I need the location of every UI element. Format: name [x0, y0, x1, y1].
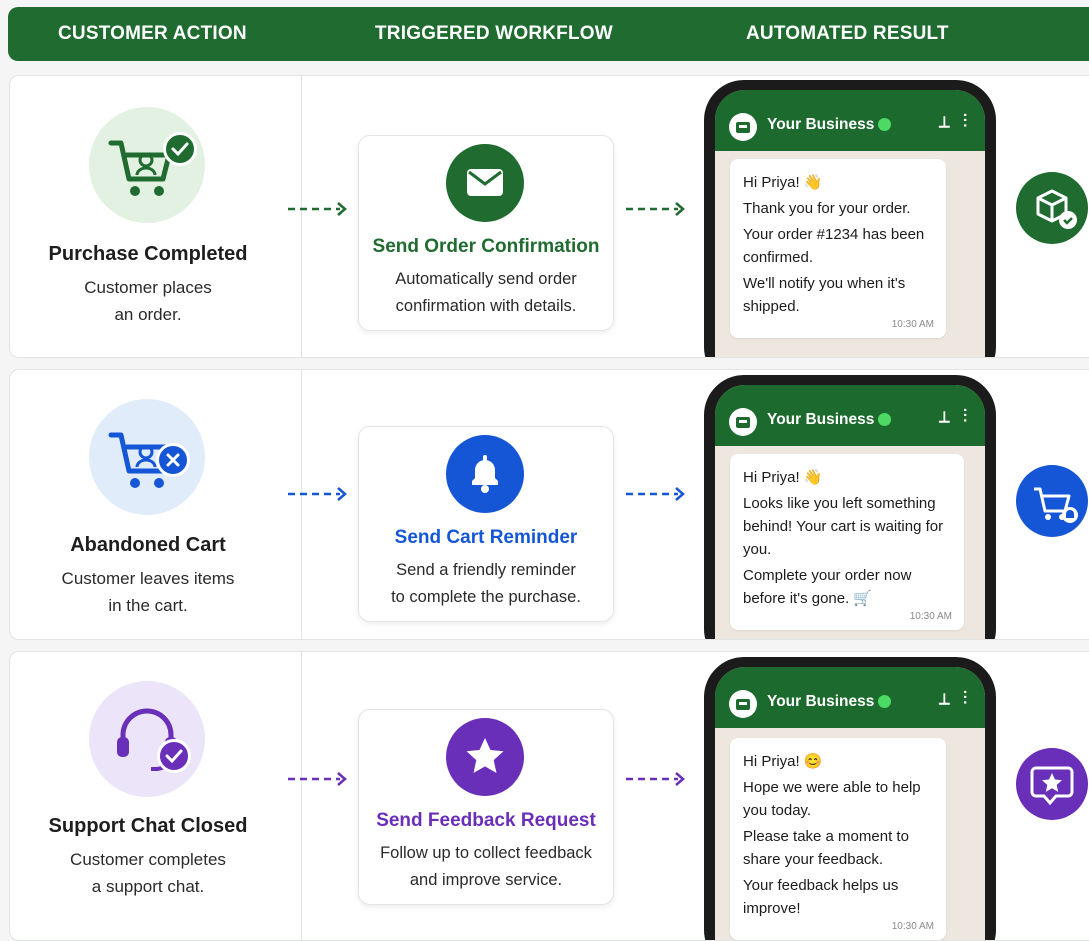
column-divider [301, 370, 302, 639]
workflow-row-purchase: Purchase Completed Customer places an or… [9, 75, 1089, 358]
header-bar: CUSTOMER ACTION TRIGGERED WORKFLOW AUTOM… [8, 7, 1089, 61]
chat-bubble: Hi Priya! 😊 Hope we were able to help yo… [730, 738, 946, 940]
business-name: Your Business [767, 693, 875, 710]
message-line: Thank you for your order. [743, 200, 911, 217]
workflow-row-support: Support Chat Closed Customer completes a… [9, 651, 1089, 941]
x-badge-icon [156, 443, 190, 477]
header-triggered-workflow: TRIGGERED WORKFLOW [375, 23, 613, 44]
chat-header: Your Business ⟂ ⋮ [715, 385, 985, 446]
arrow-right-icon [288, 202, 347, 216]
business-name: Your Business [767, 411, 875, 428]
workflow-title: Send Order Confirmation [372, 236, 600, 257]
verified-icon [878, 695, 891, 708]
chat-menu-icons[interactable]: ⟂ ⋮ [939, 114, 967, 132]
business-avatar-icon [729, 408, 757, 436]
chat-screen: Your Business ⟂ ⋮ Hi Priya! 👋 Looks like… [715, 385, 985, 639]
arrow-right-icon [288, 772, 347, 786]
message-time: 10:30 AM [891, 319, 934, 330]
phone-mockup: Your Business ⟂ ⋮ Hi Priya! 😊 Hope we we… [704, 657, 996, 940]
message-line: Hi Priya! 👋 [743, 469, 823, 486]
message-line: Hope we were able to help you today. [743, 779, 921, 819]
arrow-right-icon [626, 487, 685, 501]
workflow-desc-line1: Send a friendly reminder [396, 561, 576, 579]
workflow-desc-line1: Follow up to collect feedback [380, 844, 592, 862]
verified-icon [878, 118, 891, 131]
cart-bell-icon [1016, 465, 1088, 537]
business-avatar-icon [729, 690, 757, 718]
star-chat-icon [1016, 748, 1088, 820]
action-desc-line2: a support chat. [91, 877, 205, 896]
workflow-card[interactable]: Send Order Confirmation Automatically se… [358, 135, 614, 331]
workflow-title: Send Cart Reminder [394, 527, 578, 548]
phone-mockup: Your Business ⟂ ⋮ Hi Priya! 👋 Looks like… [704, 375, 996, 639]
message-time: 10:30 AM [909, 611, 952, 622]
action-desc-line1: Customer completes [70, 850, 226, 869]
business-avatar-icon [729, 113, 757, 141]
message-line: Your feedback helps us improve! [743, 877, 899, 917]
verified-icon [878, 413, 891, 426]
message-line: Hi Priya! 👋 [743, 174, 823, 191]
phone-mockup: Your Business ⟂ ⋮ Hi Priya! 👋 Thank you … [704, 80, 996, 357]
business-name: Your Business [767, 116, 875, 133]
message-line: Your order #1234 has been confirmed. [743, 226, 925, 266]
chat-screen: Your Business ⟂ ⋮ Hi Priya! 👋 Thank you … [715, 90, 985, 357]
message-line: Complete your order now before it's gone… [743, 567, 912, 607]
check-badge-icon [163, 132, 197, 166]
workflow-desc-line2: confirmation with details. [395, 297, 577, 315]
workflow-card[interactable]: Send Feedback Request Follow up to colle… [358, 709, 614, 905]
action-title: Purchase Completed [48, 243, 248, 265]
workflow-desc-line1: Automatically send order [395, 270, 577, 288]
action-desc-line2: in the cart. [108, 596, 188, 615]
bell-icon [446, 435, 524, 513]
message-line: Looks like you left something behind! Yo… [743, 495, 944, 558]
action-title: Abandoned Cart [70, 534, 226, 556]
action-title: Support Chat Closed [48, 815, 248, 837]
star-icon [446, 718, 524, 796]
chat-menu-icons[interactable]: ⟂ ⋮ [939, 409, 967, 427]
column-divider [301, 652, 302, 940]
action-desc-line1: Customer places [84, 278, 212, 297]
headset-check-icon [89, 681, 205, 797]
message-line: Hi Priya! 😊 [743, 753, 823, 770]
action-desc-line1: Customer leaves items [61, 569, 235, 588]
header-customer-action: CUSTOMER ACTION [58, 23, 247, 44]
package-check-icon [1016, 172, 1088, 244]
workflow-card[interactable]: Send Cart Reminder Send a friendly remin… [358, 426, 614, 622]
chat-bubble: Hi Priya! 👋 Looks like you left somethin… [730, 454, 964, 630]
arrow-right-icon [626, 202, 685, 216]
workflow-row-cart: Abandoned Cart Customer leaves items in … [9, 369, 1089, 640]
check-badge-icon [157, 739, 191, 773]
chat-bubble: Hi Priya! 👋 Thank you for your order. Yo… [730, 159, 946, 338]
workflow-title: Send Feedback Request [376, 810, 596, 831]
message-time: 10:30 AM [891, 921, 934, 932]
workflow-desc-line2: to complete the purchase. [391, 588, 581, 606]
chat-menu-icons[interactable]: ⟂ ⋮ [939, 691, 967, 709]
chat-header: Your Business ⟂ ⋮ [715, 90, 985, 151]
workflow-desc-line2: and improve service. [409, 871, 563, 889]
chat-screen: Your Business ⟂ ⋮ Hi Priya! 😊 Hope we we… [715, 667, 985, 940]
message-line: Please take a moment to share your feedb… [743, 828, 909, 868]
arrow-right-icon [288, 487, 347, 501]
message-line: We'll notify you when it's shipped. [743, 275, 906, 315]
action-desc-line2: an order. [114, 305, 182, 324]
envelope-icon [446, 144, 524, 222]
chat-header: Your Business ⟂ ⋮ [715, 667, 985, 728]
header-automated-result: AUTOMATED RESULT [746, 23, 949, 44]
arrow-right-icon [626, 772, 685, 786]
